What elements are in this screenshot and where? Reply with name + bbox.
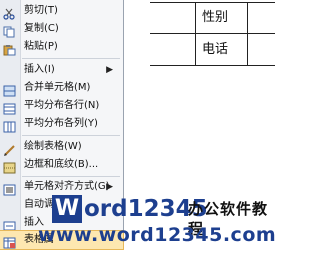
- menu-item-label: 插入(I): [24, 64, 55, 75]
- table-border: [247, 2, 248, 66]
- watermark-brand-initial: W: [52, 195, 82, 223]
- copy-icon: [3, 23, 16, 38]
- menu-item-label: 复制(C): [24, 23, 59, 34]
- watermark-url: www.word12345.com: [38, 224, 277, 246]
- document-table: 性别 电话: [150, 2, 275, 66]
- submenu-arrow-icon: ▶: [106, 182, 113, 192]
- menu-item-draw-table[interactable]: 绘制表格(W): [0, 138, 123, 156]
- menu-item-label: 自动调: [24, 199, 54, 210]
- table-cell-phone[interactable]: 电话: [202, 42, 228, 58]
- menu-item-cut[interactable]: 剪切(T): [0, 2, 123, 20]
- menu-item-label: 剪切(T): [24, 5, 58, 16]
- cell-alignment-icon: [3, 181, 16, 196]
- draw-table-icon: [3, 141, 16, 156]
- distribute-columns-icon: [3, 118, 16, 133]
- watermark-logo: W ord12345 办公软件教程: [52, 195, 275, 238]
- menu-item-distribute-rows[interactable]: 平均分布各行(N): [0, 97, 123, 115]
- menu-item-copy[interactable]: 复制(C): [0, 20, 123, 38]
- submenu-arrow-icon: ▶: [106, 65, 113, 75]
- menu-item-paste[interactable]: 粘贴(P): [0, 38, 123, 56]
- scissors-icon: [3, 5, 16, 20]
- menu-item-cell-alignment[interactable]: 单元格对齐方式(G) ▶: [0, 178, 123, 196]
- menu-item-label: 平均分布各行(N): [24, 100, 100, 111]
- paste-icon: [3, 41, 16, 56]
- menu-item-merge-cells[interactable]: 合并单元格(M): [0, 79, 123, 97]
- menu-separator: [22, 135, 120, 136]
- menu-item-label: 单元格对齐方式(G): [24, 181, 110, 192]
- menu-item-borders-shading[interactable]: 边框和底纹(B)...: [0, 156, 123, 174]
- table-properties-icon: [3, 234, 16, 249]
- table-border: [150, 2, 275, 3]
- menu-item-label: 绘制表格(W): [24, 141, 82, 152]
- menu-item-label: 边框和底纹(B)...: [24, 159, 99, 170]
- borders-shading-icon: [3, 159, 16, 174]
- table-border: [150, 33, 275, 34]
- table-border: [150, 65, 275, 66]
- table-cell-gender[interactable]: 性别: [202, 10, 228, 26]
- table-border: [195, 2, 196, 66]
- menu-item-label: 粘贴(P): [24, 41, 58, 52]
- distribute-rows-icon: [3, 100, 16, 115]
- menu-item-insert-submenu[interactable]: 插入(I) ▶: [0, 61, 123, 79]
- menu-separator: [22, 58, 120, 59]
- insert-icon: [3, 217, 16, 231]
- menu-item-distribute-columns[interactable]: 平均分布各列(Y): [0, 115, 123, 133]
- menu-item-label: 平均分布各列(Y): [24, 118, 98, 129]
- menu-item-label: 合并单元格(M): [24, 82, 91, 93]
- menu-separator: [22, 176, 120, 177]
- merge-cells-icon: [3, 82, 16, 97]
